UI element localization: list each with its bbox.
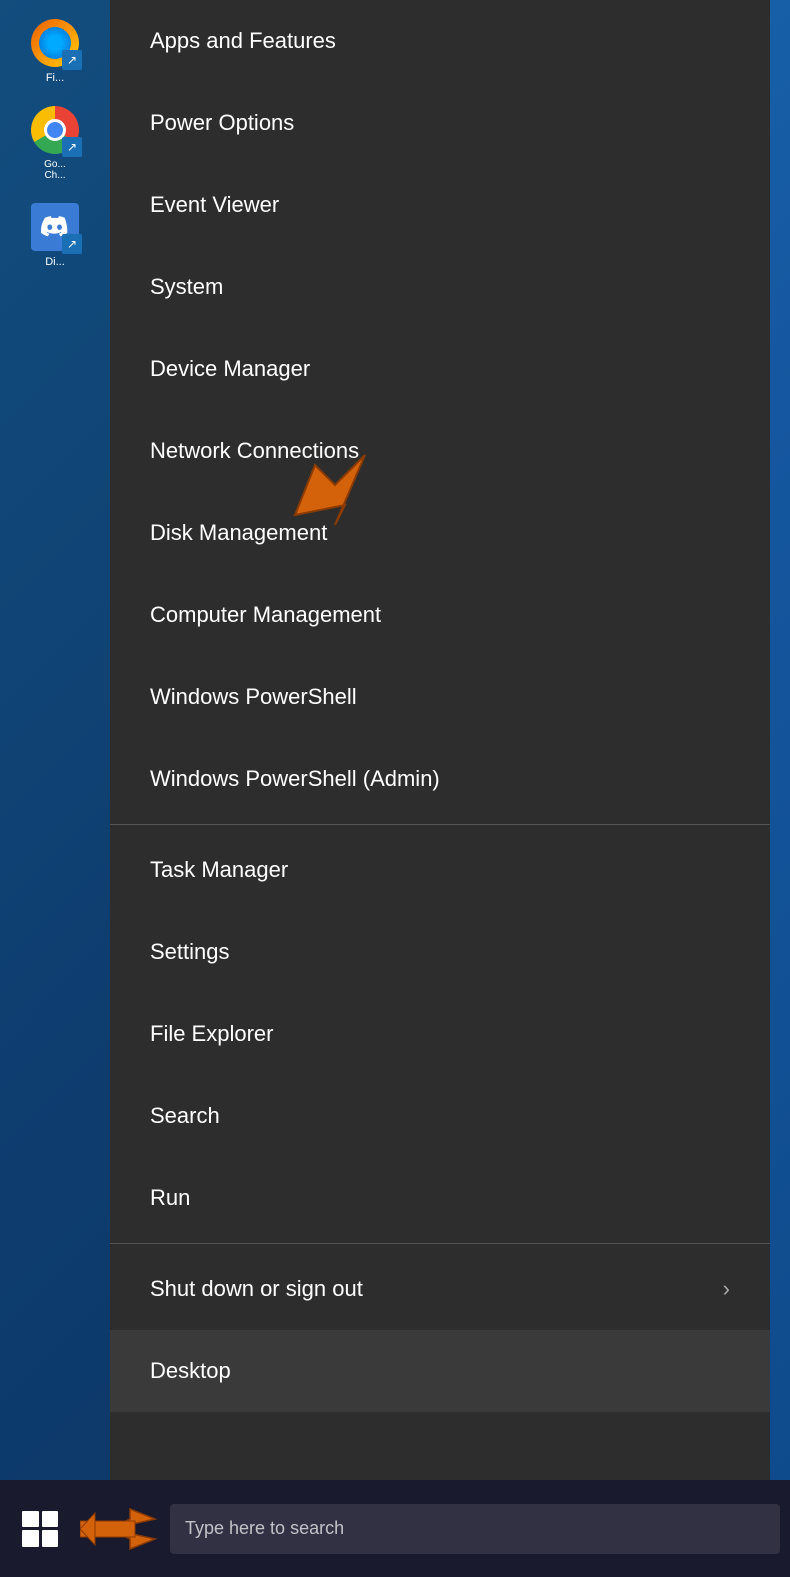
menu-item-file-explorer[interactable]: File Explorer [110,993,770,1075]
menu-item-computer-management[interactable]: Computer Management [110,574,770,656]
menu-item-disk-management[interactable]: Disk Management [110,492,770,574]
discord-icon-item[interactable]: ↗ Di... [10,194,100,276]
menu-item-desktop[interactable]: Desktop [110,1330,770,1412]
menu-item-windows-powershell[interactable]: Windows PowerShell [110,656,770,738]
discord-shortcut-arrow: ↗ [62,234,82,254]
menu-item-windows-powershell-admin[interactable]: Windows PowerShell (Admin) [110,738,770,820]
chrome-label: Go... [44,159,66,170]
chrome-icon-item[interactable]: ↗ Go... Ch... [10,97,100,189]
context-menu: Apps and Features Power Options Event Vi… [110,0,770,1480]
menu-item-power-options[interactable]: Power Options [110,82,770,164]
firefox-icon-item[interactable]: ↗ Fi... [10,10,100,92]
search-placeholder: Type here to search [185,1518,344,1539]
taskbar: Type here to search [0,1480,790,1577]
menu-divider-1 [110,824,770,825]
menu-item-apps-features[interactable]: Apps and Features [110,0,770,82]
windows-logo-icon [22,1511,58,1547]
menu-item-task-manager[interactable]: Task Manager [110,829,770,911]
menu-item-settings[interactable]: Settings [110,911,770,993]
taskbar-search[interactable]: Type here to search [170,1504,780,1554]
chrome-sublabel: Ch... [44,170,65,181]
firefox-label: Fi... [46,72,64,84]
menu-item-device-manager[interactable]: Device Manager [110,328,770,410]
desktop-icon-area: ↗ Fi... ↗ Go... Ch... ↗ Di... [0,0,110,1480]
menu-item-network-connections[interactable]: Network Connections [110,410,770,492]
menu-item-search[interactable]: Search [110,1075,770,1157]
bottom-left-arrow [80,1499,160,1559]
icon-shortcut-arrow: ↗ [62,50,82,70]
menu-item-shut-down[interactable]: Shut down or sign out › [110,1248,770,1330]
chrome-shortcut-arrow: ↗ [62,137,82,157]
start-button[interactable] [10,1499,70,1559]
chevron-right-icon: › [723,1276,730,1302]
menu-item-event-viewer[interactable]: Event Viewer [110,164,770,246]
discord-label: Di... [45,256,65,268]
menu-divider-2 [110,1243,770,1244]
menu-item-run[interactable]: Run [110,1157,770,1239]
menu-item-system[interactable]: System [110,246,770,328]
